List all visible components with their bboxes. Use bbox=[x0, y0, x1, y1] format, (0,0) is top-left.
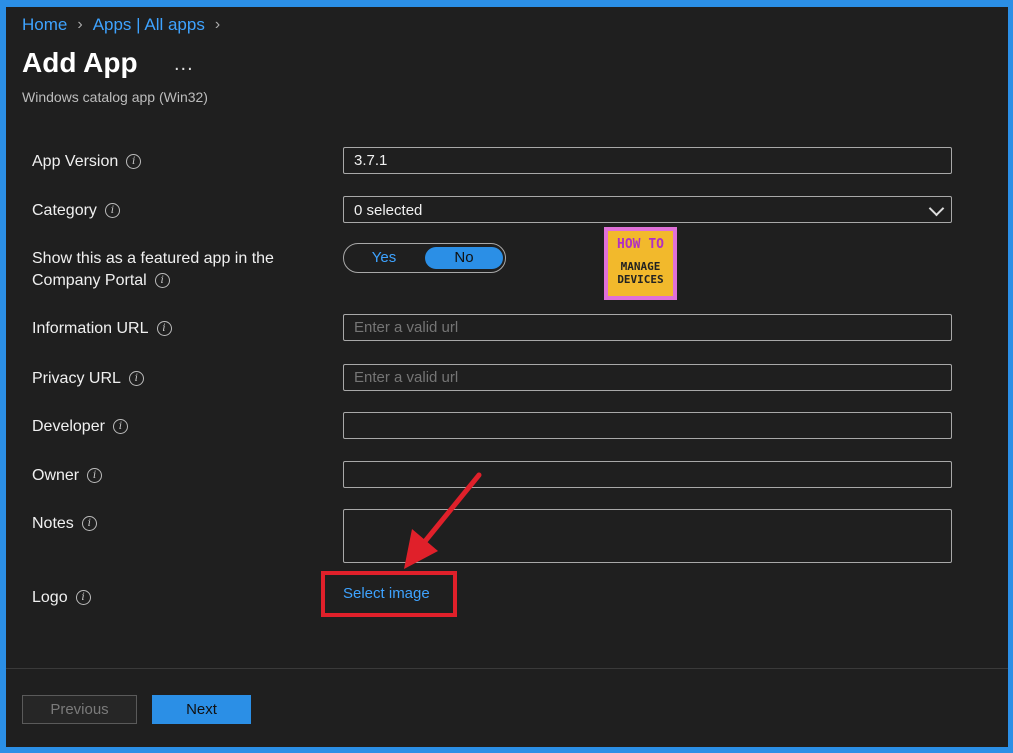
next-button[interactable]: Next bbox=[152, 695, 251, 724]
notes-label-text: Notes bbox=[32, 515, 74, 532]
info-icon[interactable]: i bbox=[126, 154, 142, 170]
app-version-label: App Version i bbox=[32, 151, 142, 173]
category-label-text: Category bbox=[32, 202, 97, 219]
app-frame: Home › Apps | All apps › Add App ... Win… bbox=[6, 7, 1008, 747]
howto-manage-devices-logo: HOW TO MANAGE DEVICES bbox=[604, 227, 677, 300]
chevron-down-icon bbox=[928, 200, 945, 217]
breadcrumb-home-link[interactable]: Home bbox=[22, 15, 67, 35]
more-options-button[interactable]: ... bbox=[174, 53, 194, 76]
toggle-no-option[interactable]: No bbox=[425, 247, 503, 269]
chevron-right-icon: › bbox=[214, 16, 221, 33]
info-icon[interactable]: i bbox=[104, 203, 120, 219]
logo-bottom-text: MANAGE DEVICES bbox=[611, 260, 670, 286]
developer-label: Developer i bbox=[32, 416, 128, 438]
featured-label-line2: Company Portal bbox=[32, 272, 147, 289]
logo-label: Logo i bbox=[32, 587, 91, 609]
info-icon[interactable]: i bbox=[154, 273, 170, 289]
privacy-url-input[interactable] bbox=[343, 364, 952, 391]
information-url-input[interactable] bbox=[343, 314, 952, 341]
category-label: Category i bbox=[32, 200, 120, 222]
featured-label-line1: Show this as a featured app in the bbox=[32, 250, 274, 267]
logo-top-text: HOW TO bbox=[617, 237, 664, 252]
toggle-yes-option[interactable]: Yes bbox=[344, 247, 424, 269]
owner-label-text: Owner bbox=[32, 467, 80, 484]
page-title: Add App bbox=[22, 47, 138, 78]
info-icon[interactable]: i bbox=[156, 321, 172, 337]
category-dropdown[interactable]: 0 selected bbox=[343, 196, 952, 223]
developer-label-text: Developer bbox=[32, 418, 105, 435]
chevron-right-icon: › bbox=[77, 16, 83, 33]
breadcrumb: Home › Apps | All apps › bbox=[22, 15, 230, 35]
app-version-input[interactable] bbox=[343, 147, 952, 174]
info-icon[interactable]: i bbox=[112, 419, 128, 435]
featured-app-label: Show this as a featured app in the Compa… bbox=[32, 248, 274, 292]
previous-button[interactable]: Previous bbox=[22, 695, 137, 724]
info-icon[interactable]: i bbox=[81, 516, 97, 532]
page-subtitle: Windows catalog app (Win32) bbox=[22, 89, 208, 105]
breadcrumb-apps-link[interactable]: Apps | All apps bbox=[93, 15, 205, 35]
info-icon[interactable]: i bbox=[75, 590, 91, 606]
information-url-label: Information URL i bbox=[32, 318, 172, 340]
developer-input[interactable] bbox=[343, 412, 952, 439]
logo-bottom-line2: DEVICES bbox=[617, 273, 664, 286]
privacy-url-label: Privacy URL i bbox=[32, 368, 144, 390]
category-selected-value: 0 selected bbox=[354, 202, 423, 219]
app-version-label-text: App Version bbox=[32, 153, 119, 170]
logo-label-text: Logo bbox=[32, 589, 68, 606]
info-icon[interactable]: i bbox=[128, 371, 144, 387]
information-url-label-text: Information URL bbox=[32, 320, 149, 337]
owner-label: Owner i bbox=[32, 465, 103, 487]
notes-label: Notes i bbox=[32, 513, 97, 535]
footer-divider bbox=[6, 668, 1008, 669]
info-icon[interactable]: i bbox=[87, 468, 103, 484]
logo-bottom-line1: MANAGE bbox=[620, 260, 661, 273]
featured-app-toggle[interactable]: Yes No bbox=[343, 243, 506, 273]
annotation-arrow-icon bbox=[404, 472, 482, 569]
privacy-url-label-text: Privacy URL bbox=[32, 370, 121, 387]
